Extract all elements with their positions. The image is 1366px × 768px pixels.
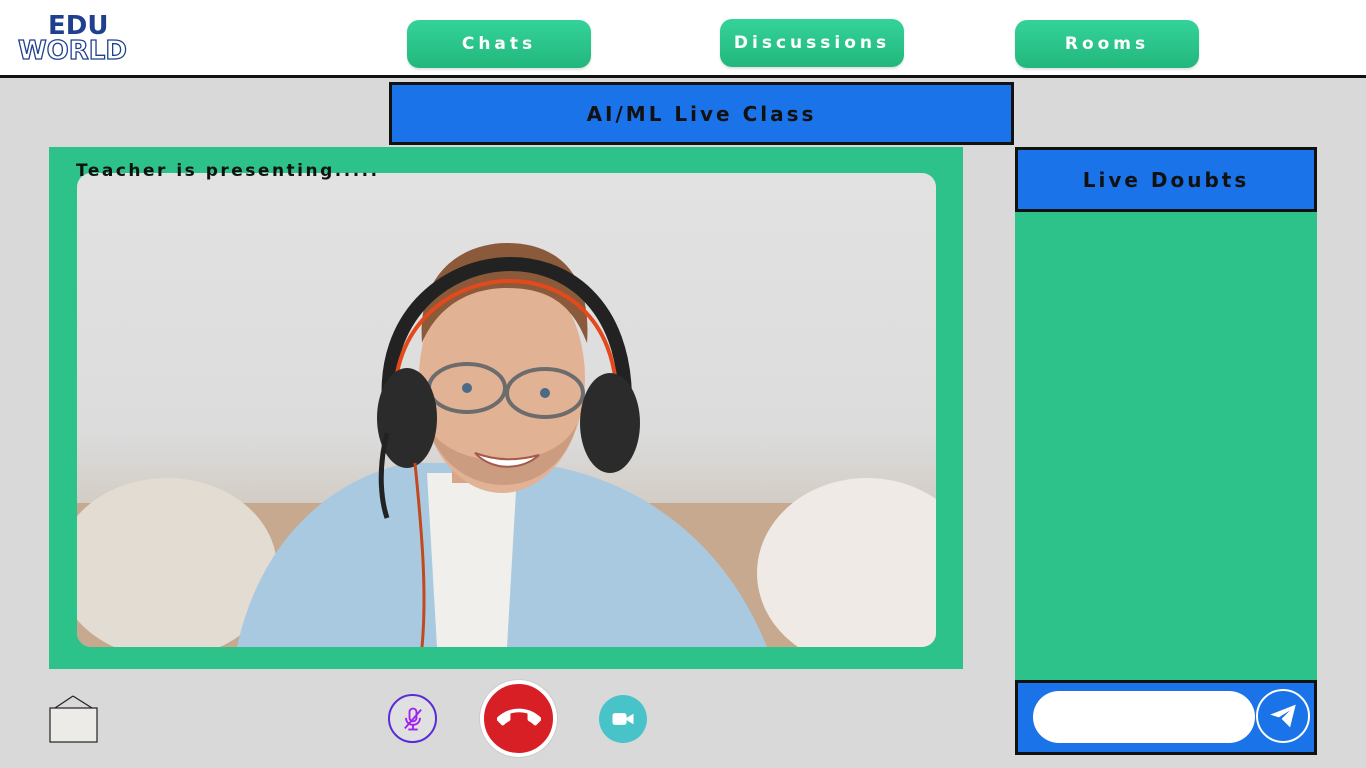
live-doubts-title: Live Doubts	[1015, 147, 1317, 212]
doubt-input[interactable]	[1033, 691, 1255, 743]
nav-rooms-button[interactable]: Rooms	[1015, 20, 1199, 68]
presentation-stage: Teacher is presenting.....	[49, 147, 963, 669]
nav-chats-button[interactable]: Chats	[407, 20, 591, 68]
video-camera-icon	[612, 713, 634, 725]
mic-off-icon	[403, 707, 422, 730]
nav-discussions-button[interactable]: Discussions	[720, 19, 904, 67]
send-doubt-button[interactable]	[1256, 689, 1310, 743]
end-call-button[interactable]	[480, 680, 557, 757]
doubt-compose-bar	[1015, 680, 1317, 755]
teacher-video-image	[77, 243, 936, 647]
whiteboard-icon	[49, 695, 98, 743]
send-icon	[1270, 704, 1296, 728]
brand-logo[interactable]: EDU WORLD	[17, 12, 148, 68]
teacher-video-feed[interactable]	[77, 173, 936, 647]
brand-logo-line2: WORLD	[17, 35, 127, 66]
toggle-camera-button[interactable]	[599, 695, 647, 743]
end-call-icon	[496, 708, 541, 725]
whiteboard-button[interactable]	[49, 694, 98, 743]
live-doubts-panel: Live Doubts	[1015, 147, 1317, 755]
class-title: AI/ML Live Class	[389, 82, 1014, 145]
top-bar: EDU WORLD Chats Discussions Rooms	[0, 0, 1366, 78]
presenting-status: Teacher is presenting.....	[76, 161, 380, 181]
mute-mic-button[interactable]	[388, 694, 437, 743]
